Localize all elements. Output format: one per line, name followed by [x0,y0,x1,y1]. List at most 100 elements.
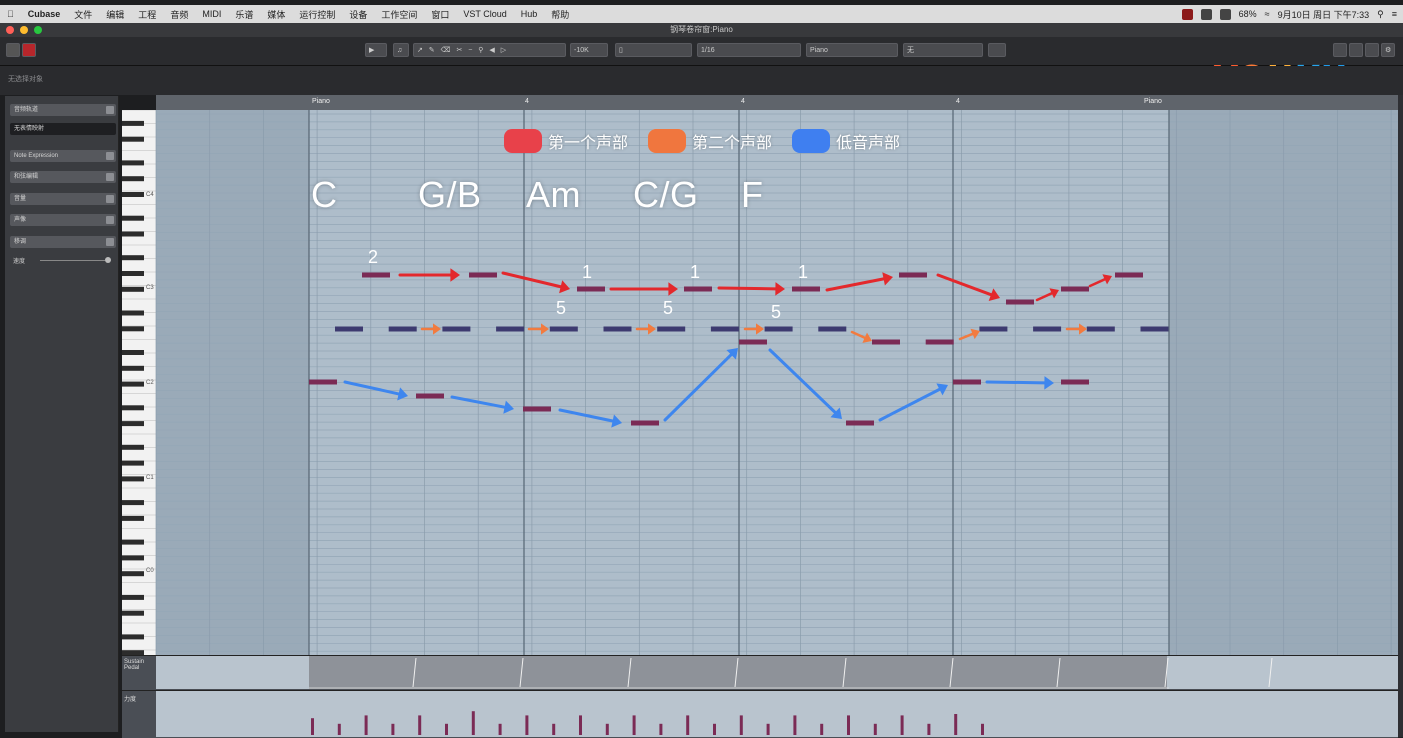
layout-button-2[interactable] [1349,43,1363,57]
menu-midi[interactable]: MIDI [195,9,228,19]
record-tray-icon[interactable] [1181,8,1193,20]
black-key [122,271,144,276]
track-select[interactable]: Piano [806,43,898,57]
window-title: 钢琴卷帘窗:Piano [670,25,733,34]
battery-percent: 68% [1238,9,1257,19]
fingering-annotation: 1 [582,262,593,282]
legend-item-bass: 低音声部 [792,129,900,153]
quantize-select[interactable]: 1/16 [697,43,801,57]
voice-legend: 第一个声部 第二个声部 低音声部 [504,127,900,155]
zoom-field[interactable]: -10K [570,43,608,57]
menu-project[interactable]: 工程 [131,8,163,21]
tool-buttons-group[interactable]: ↗ ✎ ⌫ ✂ − ⚲ ◀ ▷ [413,43,566,57]
piano-keyboard[interactable]: C4 C3 C2 C1 C0 [122,110,156,655]
black-key [122,215,144,221]
black-key [122,555,144,561]
legend-label: 低音声部 [836,135,901,152]
inspector-pan[interactable]: 声像 [10,214,116,226]
black-key [122,444,144,450]
legend-item-voice1: 第一个声部 [504,129,628,153]
black-key [122,571,144,577]
menu-help[interactable]: 帮助 [544,8,576,21]
inspector-volume[interactable]: 音量 [10,193,116,205]
mac-menu-bar:  Cubase 文件 编辑 工程 音频 MIDI 乐谱 媒体 运行控制 设备 … [0,5,1403,23]
black-key [122,634,144,640]
black-key [122,405,144,411]
chord-track-select[interactable]: 无 [903,43,983,57]
menu-transport[interactable]: 运行控制 [292,8,342,21]
notification-center-icon[interactable]: ≡ [1392,9,1397,19]
fingering-annotation: 1 [690,262,701,282]
menu-window[interactable]: 窗口 [424,8,456,21]
menu-edit[interactable]: 编辑 [99,8,131,21]
layout-button-3[interactable] [1365,43,1379,57]
menu-audio[interactable]: 音频 [163,8,195,21]
menu-cubase[interactable]: Cubase [21,9,68,19]
close-window-button[interactable] [6,26,14,34]
solo-editor-button[interactable]: ▶ [365,43,387,57]
zoom-window-button[interactable] [34,26,42,34]
inspector-expression-map[interactable]: 无表情映射 [10,123,116,135]
chord-display-button[interactable] [988,43,1006,57]
inspector-panel: 音频轨道 无表情映射 Note Expression 和弦编辑 音量 声像 移调… [5,96,119,732]
menu-workspaces[interactable]: 工作空间 [374,8,424,21]
record-enable-button[interactable] [22,43,36,57]
sync-tray-icon[interactable] [1219,8,1231,20]
inspector-chord-edit[interactable]: 和弦编辑 [10,171,116,183]
app-tray-icon[interactable] [1200,8,1212,20]
fingering-annotation: 2 [368,247,379,267]
ruler-part-end-label: Piano [1144,98,1162,105]
acoustic-feedback-button[interactable]: ♫ [393,43,409,57]
velocity-lane-area[interactable] [156,691,1398,737]
timeline-ruler[interactable]: Piano 4 4 4 Piano [156,95,1398,111]
inspector-transpose[interactable]: 移调 [10,236,116,248]
chord-symbol: Am [526,174,581,215]
black-key [122,160,144,166]
info-line [0,66,1403,95]
inspector-track-row[interactable]: 音频轨道 [10,104,116,116]
settings-gear-icon[interactable]: ⚙ [1381,43,1395,57]
info-line-status: 无选择对象 [8,76,43,83]
octave-label: C1 [146,475,154,481]
ruler-bar-label: 4 [956,98,960,105]
black-key [122,515,144,521]
legend-label: 第二个声部 [692,135,773,152]
black-key [122,255,144,261]
menubar-clock[interactable]: 9月10日 周日 下午7:33 [1278,8,1370,21]
menu-vst-cloud[interactable]: VST Cloud [456,9,513,19]
sustain-lane-part[interactable] [309,656,1167,689]
minimize-window-button[interactable] [20,26,28,34]
lane-label: 力度 [124,697,137,703]
ruler-part-start-label: Piano [312,98,330,105]
velocity-slider-handle[interactable] [105,257,111,263]
chord-symbol: C [311,174,338,215]
black-key [122,460,144,466]
menu-hub[interactable]: Hub [514,9,545,19]
layout-button-1[interactable] [1333,43,1347,57]
menu-score[interactable]: 乐谱 [228,8,260,21]
legend-label: 第一个声部 [548,135,629,152]
vertical-scrollbar[interactable] [1398,95,1403,737]
black-key [122,310,144,316]
black-key [122,192,144,197]
lane-label: Sustain Pedal [124,659,145,671]
chord-symbol: F [741,174,764,215]
wifi-icon[interactable]: ≈ [1265,9,1270,19]
black-key [122,176,144,182]
chord-symbol: G/B [418,174,482,215]
velocity-slider[interactable] [40,260,105,261]
spotlight-search-icon[interactable]: ⚲ [1377,9,1384,20]
menu-devices[interactable]: 设备 [342,8,374,21]
chord-symbol: C/G [633,174,699,215]
snap-grid-control[interactable]: ▯ [615,43,692,57]
octave-label: C0 [146,568,154,574]
fingering-annotation: 5 [556,298,567,318]
black-key [122,421,144,427]
legend-swatch [648,129,687,153]
menu-media[interactable]: 媒体 [260,8,292,21]
apple-icon[interactable]:  [0,9,21,19]
menu-file[interactable]: 文件 [67,8,99,21]
inspector-note-expression[interactable]: Note Expression [10,150,116,162]
inspector-toggle-button[interactable] [6,43,20,57]
legend-swatch [504,129,542,153]
